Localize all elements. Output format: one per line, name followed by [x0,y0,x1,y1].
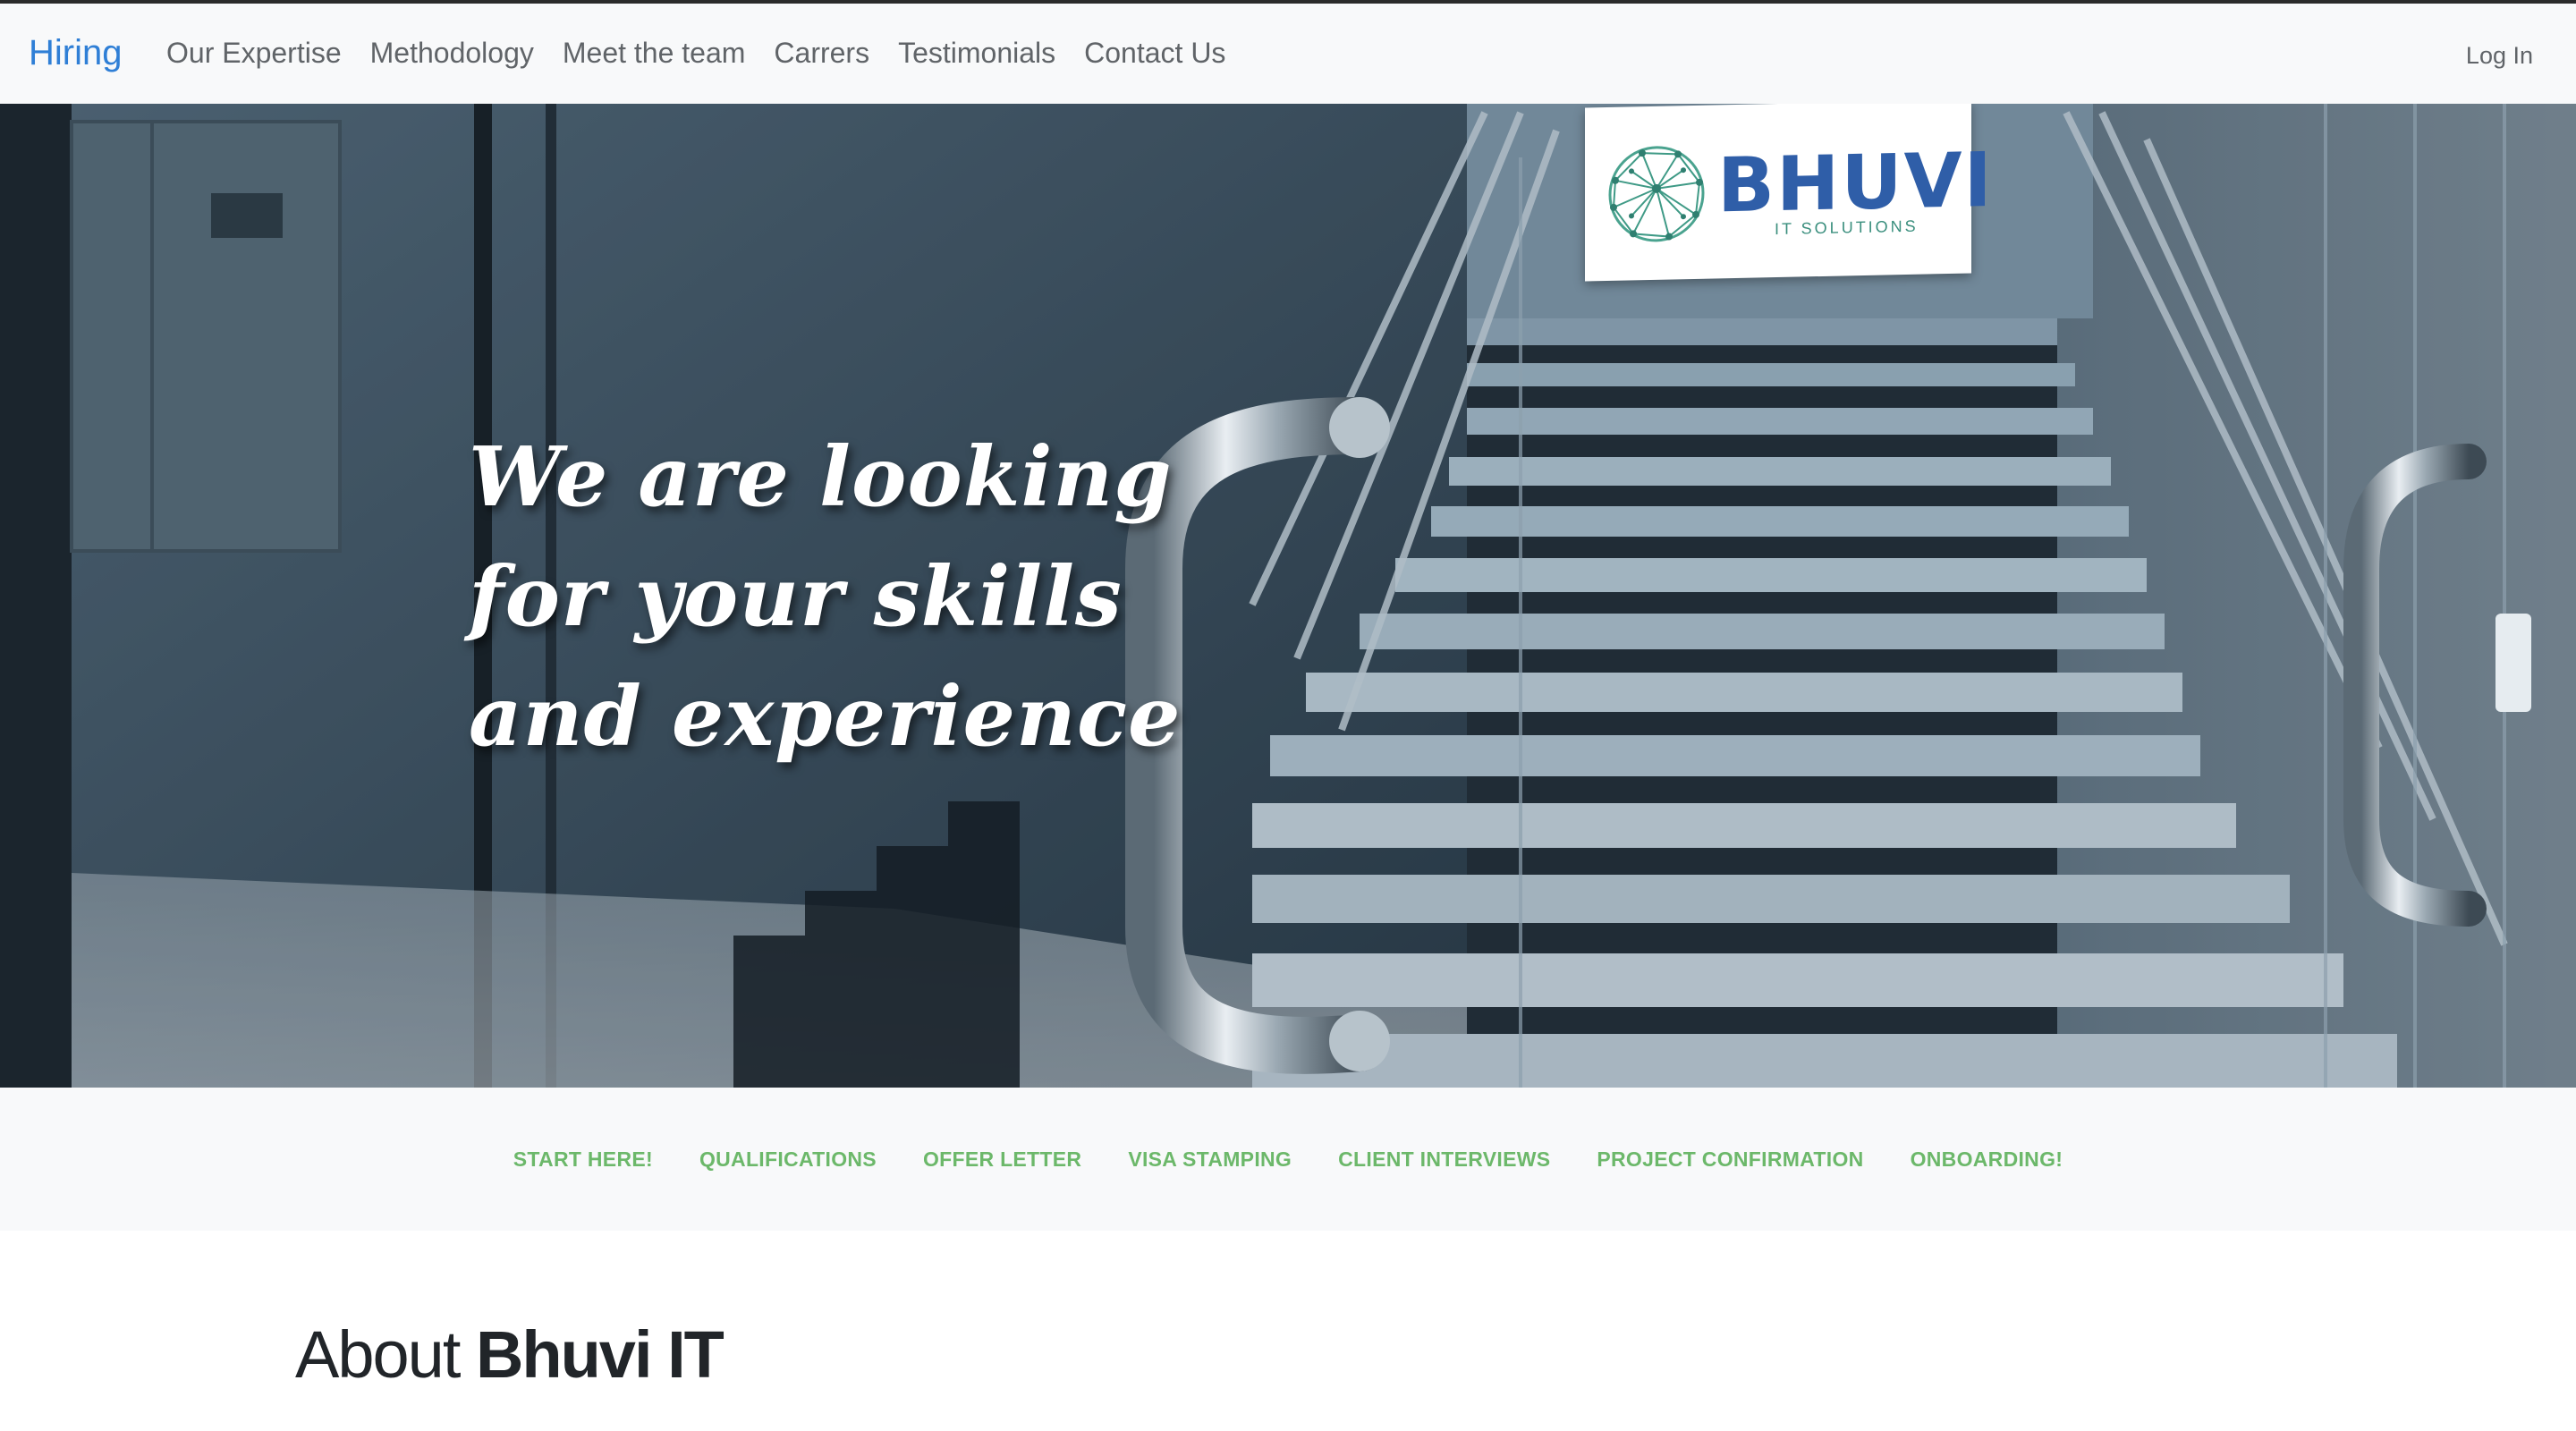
step-link-project-confirmation[interactable]: PROJECT CONFIRMATION [1597,1147,1863,1172]
nav-link-contact-us[interactable]: Contact Us [1084,30,1225,75]
brand-link[interactable]: Hiring [29,30,122,75]
hero-background-image [0,104,2576,1088]
hero-headline-line-3: and experience [469,668,1182,765]
nav-link-methodology[interactable]: Methodology [370,30,534,75]
nav-link-testimonials[interactable]: Testimonials [898,30,1055,75]
login-link[interactable]: Log In [2466,36,2533,75]
step-link-onboarding[interactable]: ONBOARDING! [1911,1147,2063,1172]
hero-headline-line-2: for your skills [469,548,1123,645]
process-steps-list: START HERE! QUALIFICATIONS OFFER LETTER … [0,1088,2576,1231]
step-link-qualifications[interactable]: QUALIFICATIONS [699,1147,877,1172]
hero-headline-line-1: We are looking [469,428,1173,525]
process-steps-bar: START HERE! QUALIFICATIONS OFFER LETTER … [0,1088,2576,1231]
step-link-visa-stamping[interactable]: VISA STAMPING [1128,1147,1292,1172]
nav-link-meet-the-team[interactable]: Meet the team [563,30,746,75]
hero-banner: We are looking for your skills and exper… [0,104,2576,1088]
step-link-client-interviews[interactable]: CLIENT INTERVIEWS [1338,1147,1550,1172]
logo-subtitle: IT SOLUTIONS [1775,216,1919,239]
hero-headline: We are looking for your skills and exper… [469,417,1182,776]
about-heading: About Bhuvi IT [295,1315,724,1395]
logo-company-name: BHUVI [1717,135,1994,230]
about-heading-company: Bhuvi IT [475,1317,724,1392]
about-heading-prefix: About [295,1317,461,1392]
step-link-offer-letter[interactable]: OFFER LETTER [923,1147,1081,1172]
navbar: Hiring Our Expertise Methodology Meet th… [0,4,2576,104]
nav-link-our-expertise[interactable]: Our Expertise [166,30,342,75]
company-logo-sign: BHUVI IT SOLUTIONS [1585,104,1994,282]
nav-links: Our Expertise Methodology Meet the team … [166,30,1254,75]
step-link-start-here[interactable]: START HERE! [513,1147,653,1172]
globe-network-icon [1608,146,1705,242]
nav-link-careers[interactable]: Carrers [774,30,869,75]
